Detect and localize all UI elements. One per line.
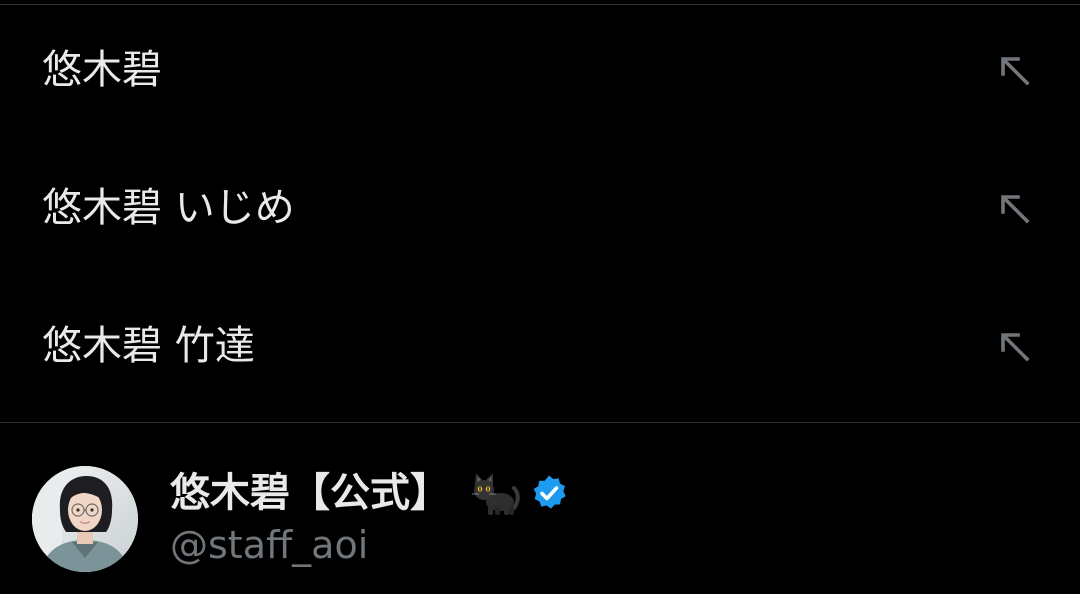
suggestion-text: 悠木碧 [42, 47, 162, 93]
suggestion-text: 悠木碧 いじめ [42, 185, 295, 231]
arrow-up-left-icon[interactable] [994, 50, 1034, 90]
display-name-line: 悠木碧【公式】 [170, 467, 568, 519]
arrow-up-left-icon[interactable] [994, 188, 1034, 228]
display-name: 悠木碧【公式】 [170, 470, 450, 516]
black-cat-emoji [472, 473, 520, 515]
search-suggestion-item[interactable]: 悠木碧 竹達 [0, 296, 1080, 396]
user-handle: @staff_aoi [170, 523, 369, 567]
suggestion-text: 悠木碧 竹達 [42, 323, 255, 369]
top-divider [0, 4, 1080, 5]
search-suggestion-item[interactable]: 悠木碧 いじめ [0, 158, 1080, 258]
avatar[interactable] [32, 466, 138, 572]
search-suggestion-item[interactable]: 悠木碧 [0, 20, 1080, 120]
user-suggestion-item[interactable]: 悠木碧【公式】 @staff_aoi [0, 423, 1080, 594]
arrow-up-left-icon[interactable] [994, 326, 1034, 366]
verified-badge-icon [533, 475, 566, 509]
